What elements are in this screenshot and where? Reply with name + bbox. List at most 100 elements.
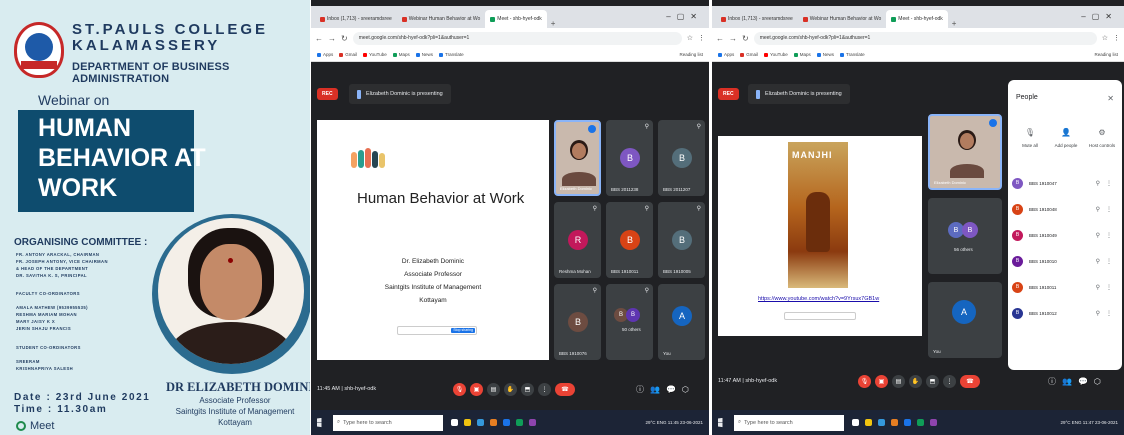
- participant-tile[interactable]: ⚲ B BBS 1910076: [554, 284, 601, 360]
- present-button[interactable]: ⬒: [926, 374, 939, 388]
- bookmark-item[interactable]: Translate: [840, 52, 865, 57]
- menu-icon[interactable]: ⋮: [1113, 34, 1120, 42]
- menu-icon[interactable]: ⋮: [698, 34, 705, 42]
- bookmark-item[interactable]: Translate: [439, 52, 464, 57]
- store-icon[interactable]: [878, 419, 885, 426]
- reading-list[interactable]: Reading list: [679, 52, 709, 57]
- participant-tile[interactable]: ⚲ B BBS 1910005: [658, 202, 705, 278]
- pin-icon[interactable]: ⚲: [697, 205, 701, 212]
- edge-icon[interactable]: [904, 419, 911, 426]
- tab-meet[interactable]: Meet - shb-hyef-odk: [485, 10, 547, 28]
- bookmark-item[interactable]: Maps: [793, 52, 811, 57]
- taskview-icon[interactable]: [451, 419, 458, 426]
- present-button[interactable]: ⬒: [521, 382, 534, 396]
- pin-icon[interactable]: ⚲: [645, 287, 649, 294]
- url-field[interactable]: meet.google.com/shb-hyef-odk?pli=1&authu…: [753, 31, 1097, 45]
- bookmark-item[interactable]: Gmail: [740, 52, 758, 57]
- bookmark-item[interactable]: News: [816, 52, 834, 57]
- office-icon[interactable]: [891, 419, 898, 426]
- participant-tile[interactable]: ⚲ B BBS 2011207: [658, 120, 705, 196]
- bookmark-item[interactable]: News: [415, 52, 433, 57]
- leave-call-button[interactable]: ☎: [555, 382, 575, 396]
- more-options-button[interactable]: ⋮: [538, 382, 551, 396]
- captions-button[interactable]: ▤: [487, 382, 500, 396]
- participant-row[interactable]: B BBS 1910048 ⚲⋮: [1012, 196, 1118, 222]
- chrome-icon[interactable]: [917, 419, 924, 426]
- others-tile[interactable]: B B 56 others: [928, 198, 1002, 274]
- row-actions[interactable]: ⚲⋮: [1096, 284, 1118, 291]
- row-actions[interactable]: ⚲⋮: [1096, 258, 1118, 265]
- tab-meet[interactable]: Meet - shb-hyef-odk: [886, 10, 948, 28]
- reload-icon[interactable]: ↻: [742, 34, 749, 43]
- back-icon[interactable]: ←: [716, 34, 724, 43]
- star-icon[interactable]: ☆: [687, 34, 693, 42]
- window-controls[interactable]: –▢✕: [666, 12, 703, 21]
- pin-icon[interactable]: ⚲: [593, 287, 597, 294]
- row-actions[interactable]: ⚲⋮: [1096, 310, 1118, 317]
- meeting-tools-icons[interactable]: ⓘ👥💬⬡: [636, 384, 695, 395]
- bookmark-item[interactable]: YouTube: [363, 52, 387, 57]
- bookmark-item[interactable]: Apps: [317, 52, 333, 57]
- close-icon[interactable]: ✕: [1107, 94, 1114, 103]
- tab-gmail[interactable]: Inbox (1,713) - sreeramdsree: [716, 10, 798, 28]
- bookmark-item[interactable]: Gmail: [339, 52, 357, 57]
- row-actions[interactable]: ⚲⋮: [1096, 180, 1118, 187]
- participant-row[interactable]: B BBS 1910047 ⚲⋮: [1012, 170, 1118, 196]
- windows-start-icon[interactable]: [317, 417, 322, 428]
- pin-icon[interactable]: ⚲: [645, 123, 649, 130]
- pin-icon[interactable]: [989, 119, 997, 127]
- new-tab-button[interactable]: +: [547, 19, 560, 28]
- you-tile[interactable]: A You: [658, 284, 705, 360]
- participant-row[interactable]: B BBS 1910012 ⚲⋮: [1012, 300, 1118, 326]
- raise-hand-button[interactable]: ✋: [504, 382, 517, 396]
- mic-off-button[interactable]: 🎙: [858, 374, 871, 388]
- row-actions[interactable]: ⚲⋮: [1096, 232, 1118, 239]
- pin-icon[interactable]: ⚲: [593, 205, 597, 212]
- explorer-icon[interactable]: [464, 419, 471, 426]
- bookmark-item[interactable]: Apps: [718, 52, 734, 57]
- store-icon[interactable]: [477, 419, 484, 426]
- participant-tile[interactable]: ⚲ B BBS 1910011: [606, 202, 653, 278]
- camera-off-button[interactable]: ▣: [470, 382, 483, 396]
- system-tray[interactable]: 29°C ENG 11:45 23-06-2021: [645, 420, 703, 425]
- others-tile[interactable]: ⚲ B B 50 others: [606, 284, 653, 360]
- stop-sharing-button[interactable]: Stop sharing: [451, 328, 475, 333]
- taskbar-search[interactable]: ⌕ Type here to search: [333, 414, 443, 431]
- back-icon[interactable]: ←: [315, 34, 323, 43]
- tab-webinar[interactable]: Webinar Human Behavior at Wo: [798, 10, 887, 28]
- app-icon[interactable]: [529, 419, 536, 426]
- mute-all-button[interactable]: 🎙 Mute all: [1014, 128, 1046, 148]
- you-tile[interactable]: A You: [928, 282, 1002, 358]
- tab-gmail[interactable]: Inbox (1,713) - sreeramdsree: [315, 10, 397, 28]
- youtube-link[interactable]: https://www.youtube.com/watch?v=9Yrsux7G…: [758, 296, 879, 302]
- participant-tile[interactable]: ⚲ B BBS 2011238: [606, 120, 653, 196]
- reading-list[interactable]: Reading list: [1094, 52, 1124, 57]
- chrome-icon[interactable]: [516, 419, 523, 426]
- app-icon[interactable]: [930, 419, 937, 426]
- pin-icon[interactable]: ⚲: [697, 123, 701, 130]
- pin-icon[interactable]: ⚲: [645, 205, 649, 212]
- self-video-tile[interactable]: Elizabeth Dominic: [928, 114, 1002, 190]
- meeting-tools-icons[interactable]: ⓘ👥💬⬡: [1048, 376, 1107, 387]
- more-options-button[interactable]: ⋮: [943, 374, 956, 388]
- participant-row[interactable]: B BBS 1910010 ⚲⋮: [1012, 248, 1118, 274]
- windows-start-icon[interactable]: [718, 417, 723, 428]
- tab-webinar[interactable]: Webinar Human Behavior at Wo: [397, 10, 486, 28]
- camera-off-button[interactable]: ▣: [875, 374, 888, 388]
- host-controls-button[interactable]: ⚙ Host controls: [1086, 128, 1118, 148]
- mic-off-button[interactable]: 🎙: [453, 382, 466, 396]
- office-icon[interactable]: [490, 419, 497, 426]
- system-tray[interactable]: 29°C ENG 11:47 23-06-2021: [1060, 420, 1118, 425]
- leave-call-button[interactable]: ☎: [960, 374, 980, 388]
- self-video-tile[interactable]: Elizabeth Dominic: [554, 120, 601, 196]
- forward-icon[interactable]: →: [328, 34, 336, 43]
- taskbar-search[interactable]: ⌕ Type here to search: [734, 414, 844, 431]
- captions-button[interactable]: ▤: [892, 374, 905, 388]
- bookmark-item[interactable]: Maps: [392, 52, 410, 57]
- edge-icon[interactable]: [503, 419, 510, 426]
- bookmark-item[interactable]: YouTube: [764, 52, 788, 57]
- participant-row[interactable]: B BBS 1910011 ⚲⋮: [1012, 274, 1118, 300]
- reload-icon[interactable]: ↻: [341, 34, 348, 43]
- row-actions[interactable]: ⚲⋮: [1096, 206, 1118, 213]
- new-tab-button[interactable]: +: [948, 19, 961, 28]
